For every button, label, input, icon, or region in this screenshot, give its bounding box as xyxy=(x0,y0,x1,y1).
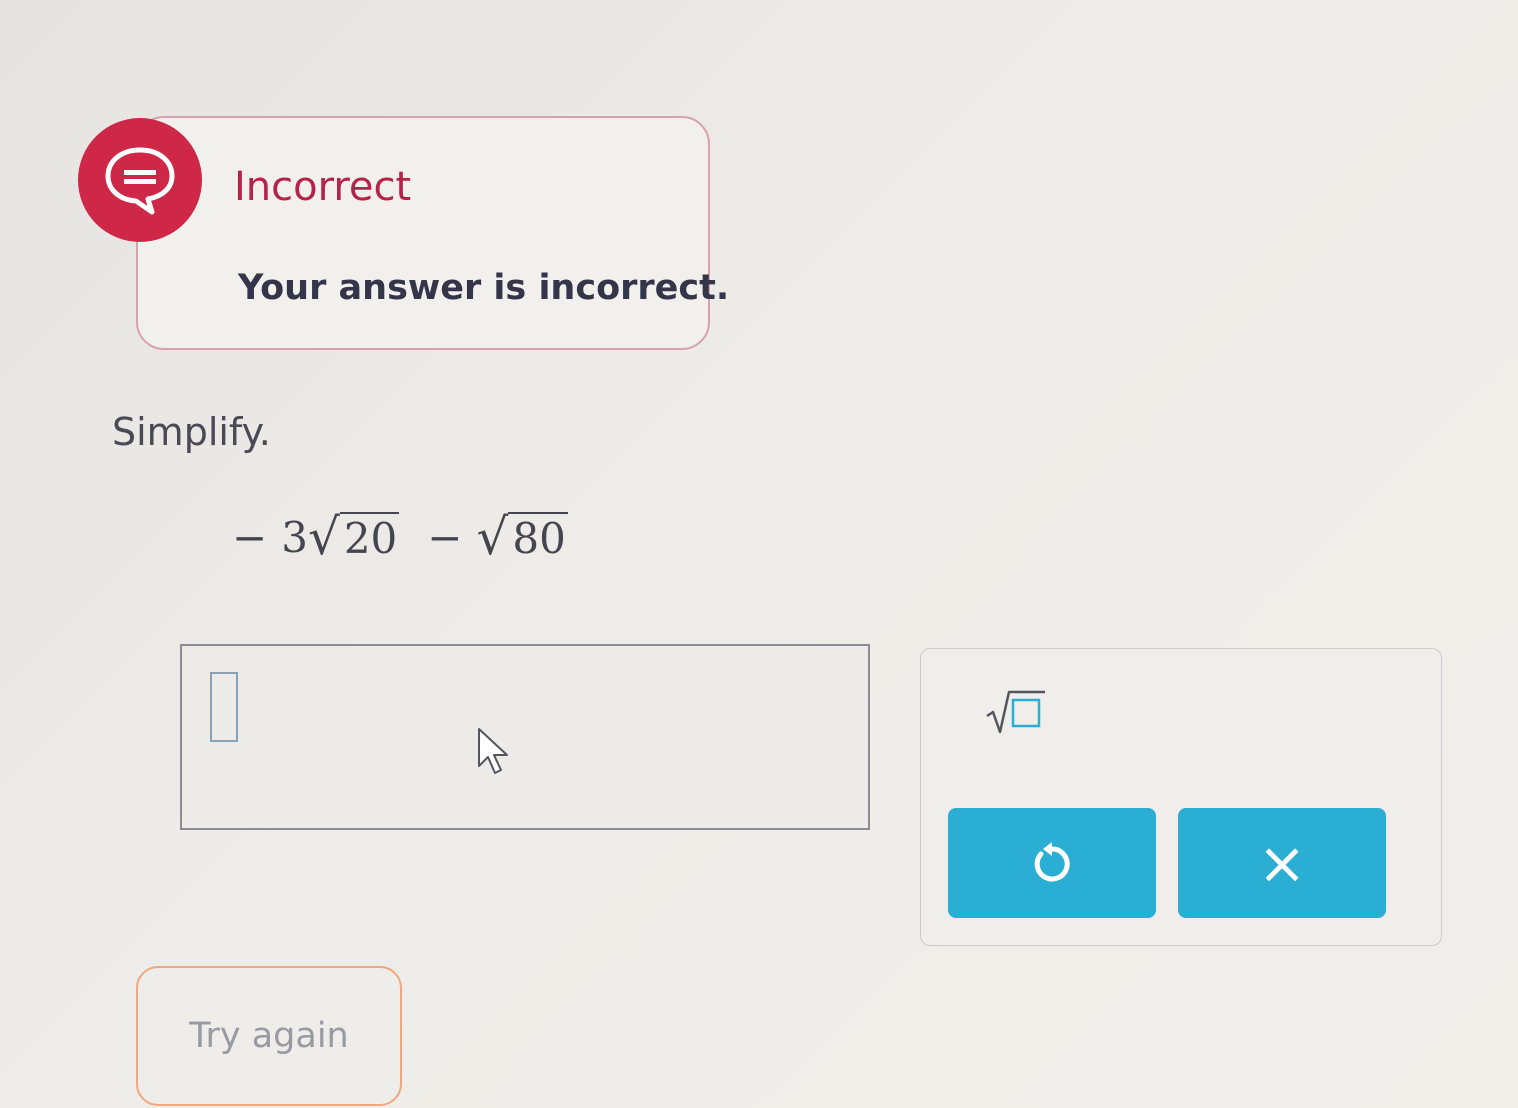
term1-radicand: 20 xyxy=(339,512,400,562)
term1-radical: √ 20 xyxy=(307,508,400,566)
term1-sign: − xyxy=(232,512,268,562)
feedback-title: Incorrect xyxy=(234,164,412,210)
speech-bubble-icon xyxy=(105,147,175,215)
square-root-template-icon xyxy=(986,690,1045,734)
answer-placeholder-box[interactable] xyxy=(210,672,238,742)
term2-radicand: 80 xyxy=(508,512,568,562)
operator: − xyxy=(427,512,463,562)
mouse-pointer-icon xyxy=(476,726,516,783)
radical-sign-icon: √ xyxy=(476,508,509,566)
feedback-status-badge xyxy=(78,118,202,242)
undo-button[interactable] xyxy=(948,808,1156,918)
try-again-button[interactable]: Try again xyxy=(136,966,402,1106)
math-expression: − 3 √ 20 − √ 80 xyxy=(232,498,568,576)
question-instruction: Simplify. xyxy=(112,410,271,454)
square-root-key[interactable] xyxy=(980,680,1052,744)
radical-sign-icon: √ xyxy=(307,508,340,566)
undo-icon xyxy=(1034,842,1070,882)
term2-radical: √ 80 xyxy=(476,508,568,566)
close-icon: × xyxy=(1257,829,1307,897)
feedback-panel xyxy=(136,116,710,350)
answer-input[interactable] xyxy=(180,644,870,830)
clear-button[interactable]: × xyxy=(1178,808,1386,918)
term1-coefficient: 3 xyxy=(281,512,308,562)
feedback-message: Your answer is incorrect. xyxy=(238,268,730,308)
